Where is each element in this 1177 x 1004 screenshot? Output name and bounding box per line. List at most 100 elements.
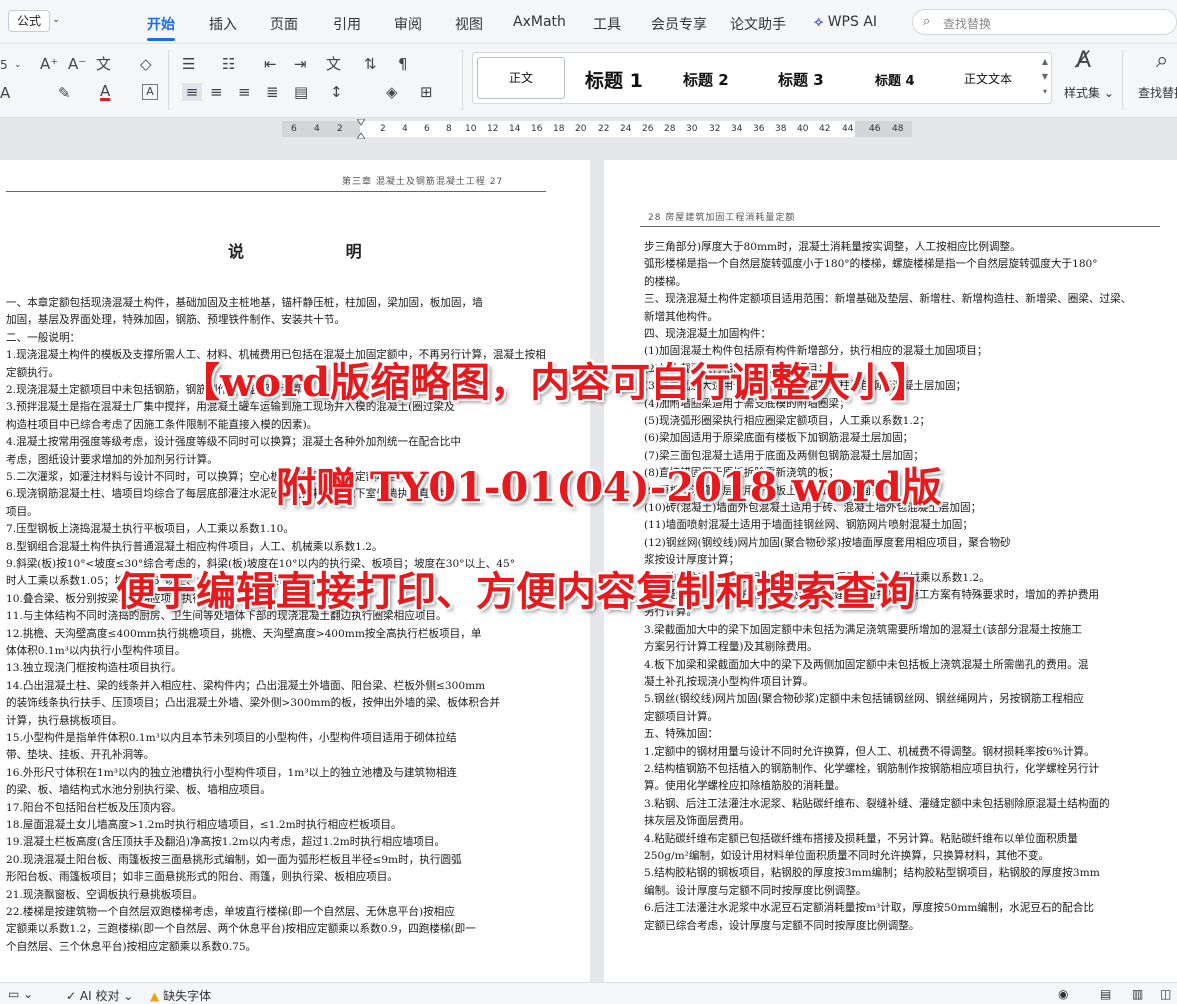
font-effect-icon[interactable]: A — [0, 84, 10, 102]
ruler-tick: 34 — [731, 124, 743, 134]
show-marks-icon[interactable]: ¶ — [398, 55, 408, 73]
text-line: 7.压型钢板上浇捣混凝土执行平板项目，人工乘以系数1.10。 — [6, 523, 294, 536]
char-border-icon[interactable]: A — [142, 84, 158, 100]
tab-member[interactable]: 会员专享 — [651, 14, 707, 34]
increase-font-icon[interactable]: A⁺ — [40, 55, 58, 73]
numbered-list-icon[interactable]: ☷ — [222, 55, 235, 73]
text-line: 方案另行计算工程量)及其剔除费用。 — [644, 641, 818, 654]
tab-tools[interactable]: 工具 — [593, 14, 621, 34]
style-gallery: 正文 标题 1 标题 2 标题 3 标题 4 正文文本 — [472, 52, 1052, 104]
text-line: 四、现浇混凝土加固构件： — [644, 328, 772, 340]
distributed-icon[interactable]: ▤ — [294, 83, 308, 101]
ai-check-button[interactable]: ✓ AI 校对 ⌄ — [66, 987, 133, 1004]
tab-page[interactable]: 页面 — [270, 14, 298, 34]
find-replace-icon[interactable]: ⌕ — [1156, 50, 1168, 72]
align-left-icon[interactable]: ≡ — [182, 83, 202, 101]
tab-axmath[interactable]: AxMath — [513, 14, 566, 30]
text-line: 的装饰线条执行扶手、压顶项目；凸出混凝土外墙、梁外侧>300mm的板，按伸出外墙… — [6, 697, 501, 710]
tab-home[interactable]: 开始 — [147, 14, 175, 34]
style-body-text[interactable]: 正文文本 — [964, 70, 1012, 87]
style-set-text: 样式集 — [1064, 86, 1101, 100]
tab-insert[interactable]: 插入 — [209, 14, 237, 34]
chinese-layout-icon[interactable]: 文 — [326, 55, 341, 73]
text-line: 20.现浇混凝土阳台板、雨篷板按三面悬挑形式编制，如一面为弧形栏板且半径≤9m时… — [6, 853, 462, 866]
missing-fonts-button[interactable]: ▲ 缺失字体 — [150, 987, 211, 1004]
chevron-down-icon[interactable]: ⌄ — [52, 14, 60, 25]
ruler-tick: 48 — [892, 124, 904, 134]
gallery-scroll[interactable]: ▲ ▼ ▾ — [1040, 54, 1050, 99]
text-line: 抹灰层及饰面层费用。 — [644, 815, 750, 828]
text-line: 4.板下加梁和梁截面加大中的梁下及两侧加固定额中未包括板上浇筑混凝土所需凿孔的费… — [644, 658, 1089, 671]
style-heading-4[interactable]: 标题 4 — [875, 70, 915, 89]
style-set-label[interactable]: 样式集 ⌄ — [1064, 84, 1114, 101]
style-normal[interactable]: 正文 — [477, 57, 565, 99]
tab-view[interactable]: 视图 — [455, 14, 483, 34]
clear-format-icon[interactable]: ◇ — [140, 55, 152, 73]
web-view-icon[interactable]: ◫ — [1160, 987, 1171, 1001]
search-placeholder: 查找替换 — [943, 17, 992, 31]
ruler-tick: 6 — [424, 124, 430, 134]
tab-review[interactable]: 审阅 — [394, 14, 422, 34]
ruler-tick: 40 — [797, 124, 809, 134]
text-line: 构造柱项目中已综合考虑了因施工条件限制不能直接入模的因素)。 — [6, 418, 318, 431]
text-line: 13.独立现浇门框按构造柱项目执行。 — [6, 662, 182, 675]
ruler-tick: 14 — [509, 124, 521, 134]
align-right-icon[interactable]: ≡ — [238, 83, 251, 101]
search-input[interactable]: ⌕ 查找替换 — [912, 9, 1177, 35]
overlay-banner-1: 【word版缩略图，内容可自行调整大小】 — [180, 359, 931, 406]
style-name-value: 公式 — [17, 14, 42, 28]
font-size-value[interactable]: 5 — [0, 56, 8, 74]
decrease-font-icon[interactable]: A⁻ — [68, 55, 86, 73]
ruler-tick: 30 — [686, 124, 698, 134]
indent-marker-icon[interactable] — [357, 119, 365, 139]
text-line: 五、特殊加固： — [644, 728, 719, 741]
text-line: 计算，执行悬挑板项目。 — [6, 714, 123, 727]
style-set-icon[interactable]: A̸ — [1076, 50, 1091, 72]
text-line: (5)现浇弧形圈梁执行相应圈梁定额项目，人工乘以系数1.2； — [644, 415, 931, 427]
top-menu-bar: 公式 ⌄ 开始 插入 页面 引用 审阅 视图 AxMath 工具 会员专享 论文… — [0, 0, 1177, 44]
text-line: 17.阳台不包括阳台栏板及压顶内容。 — [6, 801, 182, 814]
line-spacing-icon[interactable]: ↕ — [330, 83, 343, 101]
style-heading-2[interactable]: 标题 2 — [683, 69, 729, 90]
text-line: 形阳台板、雨篷板项目；如非三面悬挑形式的阳台、雨篷，则执行梁、板相应项目。 — [6, 871, 398, 884]
status-page-icon[interactable]: ▭ ⌄ — [8, 987, 33, 1001]
chevron-down-icon[interactable]: ▼ — [1042, 72, 1048, 81]
style-name-dropdown[interactable]: 公式 — [8, 10, 51, 32]
increase-indent-icon[interactable]: ⇥ — [294, 55, 307, 73]
ruler-tick: 4 — [314, 124, 320, 134]
tab-references[interactable]: 引用 — [333, 14, 361, 34]
text-line: 16.外形尺寸体积在1m³以内的独立池槽执行小型构件项目，1m³以上的独立池槽及… — [6, 766, 457, 779]
tab-paper-assistant[interactable]: 论文助手 — [730, 14, 786, 34]
eye-protection-icon[interactable]: ◉ — [1058, 987, 1068, 1001]
style-heading-3[interactable]: 标题 3 — [778, 69, 824, 90]
page-view-icon[interactable]: ▤ — [1100, 987, 1111, 1001]
gallery-expand-icon[interactable]: ▾ — [1043, 87, 1047, 96]
page-title: 说 明 — [228, 242, 410, 261]
font-color-icon[interactable]: A — [100, 82, 110, 100]
find-replace-label[interactable]: 查找替换 — [1138, 84, 1177, 101]
text-line: 4.粘贴碳纤维布定额已包括碳纤维布搭接及损耗量，不另计算。粘贴碳纤维布以单位面积… — [644, 832, 1078, 845]
font-size-dropdown-icon[interactable]: ⌄ — [14, 56, 22, 74]
highlight-color-icon[interactable]: ✎ — [58, 84, 71, 102]
ruler-tick: 22 — [598, 124, 610, 134]
text-line: 4.混凝土按常用强度等级考虑，设计强度等级不同时可以换算；混凝土各种外加剂统一在… — [6, 436, 462, 449]
text-line: 定额已综合考虑，设计厚度与定额不同时按厚度比例调整。 — [644, 919, 920, 932]
chevron-up-icon[interactable]: ▲ — [1042, 57, 1048, 66]
decrease-indent-icon[interactable]: ⇤ — [264, 55, 277, 73]
align-center-icon[interactable]: ≡ — [210, 83, 223, 101]
bullet-list-icon[interactable]: ☰ — [182, 55, 195, 73]
sort-icon[interactable]: ⇅ — [364, 55, 377, 73]
text-line: 凝土补孔按现浇小型构件项目计算。 — [644, 676, 814, 688]
shading-icon[interactable]: ◈ — [386, 83, 398, 101]
style-heading-1[interactable]: 标题 1 — [585, 66, 643, 93]
ribbon-separator — [1122, 50, 1123, 110]
text-line: 弧形楼梯是指一个自然层旋转弧度小于180°的楼梯，螺旋楼梯是指一个自然层旋转弧度… — [644, 258, 1098, 271]
wps-ai-button[interactable]: ⟡ WPS AI — [814, 14, 877, 30]
phonetic-guide-icon[interactable]: 文 — [96, 55, 111, 73]
horizontal-ruler[interactable]: 6 4 2 2 4 6 8 10 12 14 16 18 20 22 24 26… — [0, 118, 1177, 140]
full-view-icon[interactable]: ▥ — [1132, 987, 1143, 1001]
justify-icon[interactable]: ≣ — [266, 83, 279, 101]
text-line: 二、一般说明： — [6, 331, 81, 344]
overlay-banner-2: 附赠 TY01-01(04)-2018 word版 — [276, 464, 942, 511]
borders-icon[interactable]: ⊞ — [420, 83, 433, 101]
